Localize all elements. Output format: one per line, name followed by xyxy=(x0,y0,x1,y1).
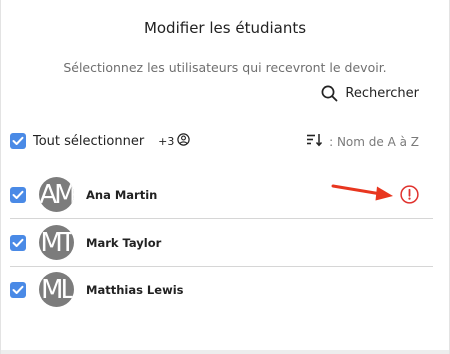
avatar: MT xyxy=(39,225,74,260)
student-name: Matthias Lewis xyxy=(86,282,184,297)
student-checkbox[interactable] xyxy=(10,281,26,298)
select-all-label: Tout sélectionner xyxy=(33,133,145,149)
avatar: ML xyxy=(39,272,74,307)
sort-label: : Nom de A à Z xyxy=(329,134,419,149)
student-name: Mark Taylor xyxy=(86,235,162,250)
dialog-subtitle: Sélectionnez les utilisateurs qui recevr… xyxy=(63,60,387,75)
student-row[interactable]: MT Mark Taylor xyxy=(1,219,433,266)
checkmark-icon xyxy=(12,190,24,199)
select-all-checkbox[interactable] xyxy=(10,133,26,149)
search-label: Rechercher xyxy=(345,86,419,101)
sort-icon xyxy=(306,133,323,150)
select-all-row: Tout sélectionner +3 xyxy=(10,133,191,149)
extra-users-badge[interactable]: +3 xyxy=(158,133,191,149)
alert-icon[interactable] xyxy=(400,185,419,204)
dialog-title: Modifier les étudiants xyxy=(143,19,307,37)
avatar: AM xyxy=(39,177,74,212)
checkmark-icon xyxy=(12,238,24,247)
student-row[interactable]: ML Matthias Lewis xyxy=(1,266,433,313)
student-checkbox[interactable] xyxy=(10,234,26,251)
dialog: Modifier les étudiants Sélectionnez les … xyxy=(0,0,450,354)
search-icon xyxy=(321,85,338,102)
user-circle-icon xyxy=(177,133,191,149)
student-name: Ana Martin xyxy=(86,187,158,202)
checkmark-icon xyxy=(12,285,24,294)
search-button[interactable]: Rechercher xyxy=(321,85,419,102)
student-checkbox[interactable] xyxy=(10,186,26,203)
extra-users-count: +3 xyxy=(158,134,175,148)
checkmark-icon xyxy=(12,136,24,145)
sort-control[interactable]: : Nom de A à Z xyxy=(306,133,419,150)
arrow-icon xyxy=(331,184,393,201)
